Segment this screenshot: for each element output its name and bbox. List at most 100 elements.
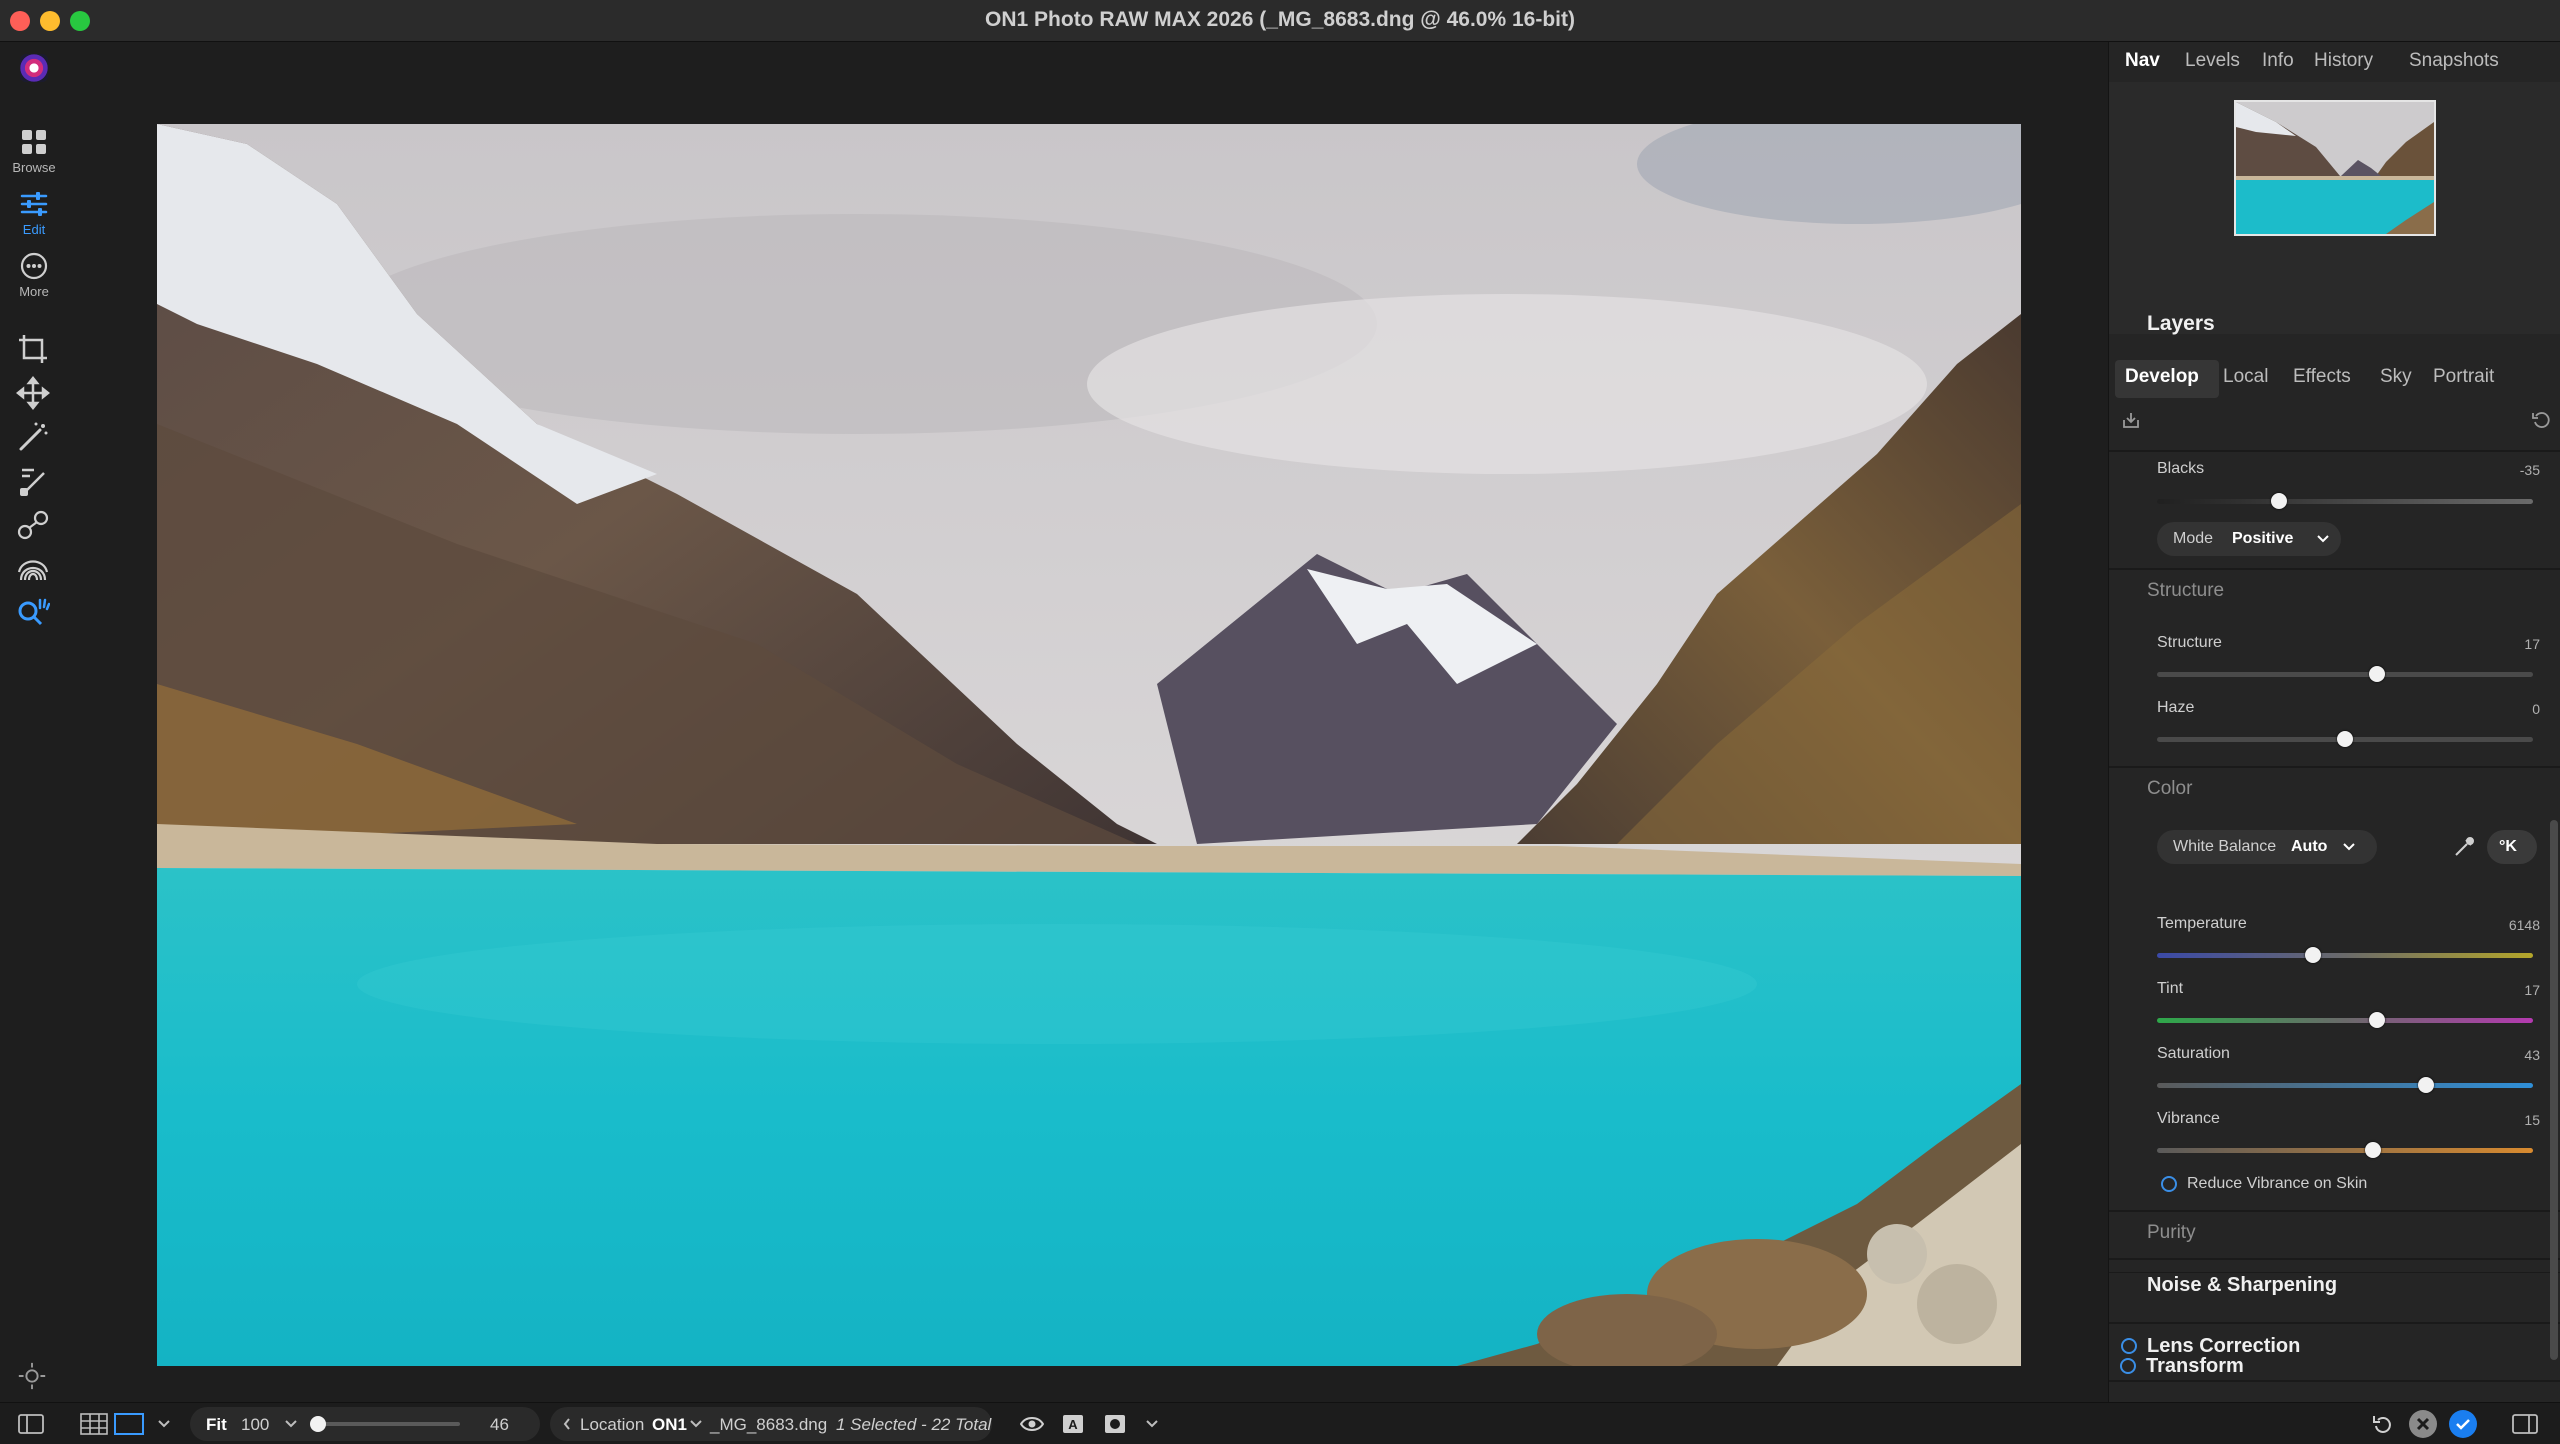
structure-section-title[interactable]: Structure — [2147, 580, 2224, 602]
sliders-icon — [20, 192, 48, 216]
noise-sharpening-title[interactable]: Noise & Sharpening — [2147, 1274, 2337, 1297]
transform-title[interactable]: Transform — [2146, 1355, 2244, 1378]
tint-label: Tint — [2157, 980, 2184, 997]
divider — [2109, 1272, 2560, 1273]
zoom-slider-knob[interactable] — [310, 1416, 326, 1432]
undo-icon[interactable] — [2372, 1413, 2394, 1435]
chevron-down-icon[interactable] — [1146, 1419, 1158, 1429]
eyedropper-icon[interactable] — [2453, 836, 2475, 858]
zoom-value[interactable]: 46 — [490, 1415, 509, 1435]
vibrance-slider[interactable] — [2157, 1142, 2533, 1158]
structure-slider-knob[interactable] — [2368, 666, 2385, 682]
location-label: Location — [580, 1415, 645, 1434]
portrait-tool-icon[interactable] — [16, 552, 50, 586]
grid-view-icon[interactable] — [80, 1413, 108, 1435]
panel-tabs: Nav Levels Info History Snapshots — [2109, 42, 2560, 82]
temperature-slider-knob[interactable] — [2304, 947, 2321, 963]
save-preset-icon[interactable] — [2121, 410, 2141, 430]
more-dots-icon — [20, 252, 48, 280]
tint-slider-knob[interactable] — [2368, 1012, 2385, 1028]
color-section-title[interactable]: Color — [2147, 778, 2192, 800]
structure-value[interactable]: 17 — [2524, 636, 2540, 652]
app-logo-icon[interactable] — [20, 54, 48, 82]
structure-label: Structure — [2157, 634, 2222, 651]
chevron-down-icon[interactable] — [285, 1419, 297, 1429]
tab-snapshots[interactable]: Snapshots — [2409, 50, 2499, 72]
reduce-vibrance-checkbox[interactable] — [2161, 1176, 2177, 1192]
masking-brush-tool-icon[interactable] — [16, 464, 50, 498]
subtab-develop[interactable]: Develop — [2125, 366, 2199, 388]
kelvin-button[interactable]: °K — [2487, 830, 2537, 864]
vibrance-label: Vibrance — [2157, 1110, 2220, 1127]
preview-eye-icon[interactable] — [1020, 1415, 1044, 1433]
blacks-slider[interactable] — [2157, 493, 2533, 509]
detail-view-icon[interactable] — [114, 1413, 144, 1435]
chevron-down-icon[interactable] — [158, 1419, 170, 1429]
sync-settings-icon[interactable] — [16, 1360, 48, 1392]
haze-value[interactable]: 0 — [2532, 701, 2540, 717]
zoom-preset[interactable]: 100 — [241, 1415, 269, 1435]
cancel-button[interactable] — [2409, 1410, 2437, 1438]
subtab-local[interactable]: Local — [2223, 366, 2268, 388]
saturation-slider[interactable] — [2157, 1077, 2533, 1093]
location-value[interactable]: ON1 — [652, 1415, 687, 1435]
temperature-value[interactable]: 6148 — [2509, 917, 2540, 933]
structure-slider[interactable] — [2157, 666, 2533, 682]
fit-button[interactable]: Fit — [206, 1415, 227, 1435]
chevron-left-icon[interactable] — [563, 1418, 571, 1430]
checkmark-icon — [2456, 1419, 2470, 1430]
browse-label: Browse — [12, 160, 56, 175]
lens-correction-toggle[interactable] — [2121, 1338, 2137, 1354]
vibrance-value[interactable]: 15 — [2524, 1112, 2540, 1128]
panel-scrollbar[interactable] — [2550, 820, 2558, 1360]
auto-adjust-icon[interactable]: A — [1062, 1414, 1084, 1434]
haze-slider[interactable] — [2157, 731, 2533, 747]
vibrance-slider-knob[interactable] — [2365, 1142, 2382, 1158]
mode-dropdown[interactable]: Mode Positive — [2157, 522, 2341, 556]
zoom-slider[interactable] — [310, 1416, 460, 1432]
tab-levels[interactable]: Levels — [2185, 50, 2240, 72]
subtab-effects[interactable]: Effects — [2293, 366, 2351, 388]
apply-button[interactable] — [2449, 1410, 2477, 1438]
right-panel: Nav Levels Info History Snapshots Layers… — [2108, 42, 2560, 1402]
temperature-slider[interactable] — [2157, 947, 2533, 963]
white-balance-dropdown[interactable]: White Balance Auto — [2157, 830, 2377, 864]
purity-section-title[interactable]: Purity — [2147, 1222, 2196, 1244]
haze-slider-knob[interactable] — [2337, 731, 2353, 747]
reduce-vibrance-label: Reduce Vibrance on Skin — [2187, 1175, 2368, 1192]
navigator-thumbnail[interactable] — [2234, 100, 2436, 236]
mask-view-icon[interactable] — [1104, 1414, 1126, 1434]
chevron-down-icon[interactable] — [690, 1419, 702, 1429]
tint-slider[interactable] — [2157, 1012, 2533, 1028]
browse-module-button[interactable]: Browse — [0, 128, 68, 175]
bottom-bar: Fit 100 46 Location ON1 _MG_8683.dng 1 S… — [0, 1402, 2560, 1444]
retouch-tool-icon[interactable] — [16, 508, 50, 542]
tab-nav[interactable]: Nav — [2125, 50, 2160, 72]
right-panel-toggle-icon[interactable] — [2512, 1414, 2538, 1434]
edit-label: Edit — [22, 222, 46, 237]
crop-tool-icon[interactable] — [16, 332, 50, 366]
more-module-button[interactable]: More — [0, 252, 68, 299]
divider — [2109, 1322, 2560, 1324]
more-label: More — [19, 284, 49, 299]
saturation-value[interactable]: 43 — [2524, 1047, 2540, 1063]
magic-brush-tool-icon[interactable] — [16, 420, 50, 454]
temperature-label: Temperature — [2157, 915, 2247, 932]
blacks-value[interactable]: -35 — [2520, 462, 2540, 478]
divider — [2109, 568, 2560, 570]
tab-info[interactable]: Info — [2262, 50, 2294, 72]
selection-count: 1 Selected - 22 Total — [836, 1415, 992, 1434]
blacks-slider-knob[interactable] — [2271, 493, 2288, 509]
left-panel-toggle-icon[interactable] — [18, 1414, 44, 1434]
subtab-portrait[interactable]: Portrait — [2433, 366, 2494, 388]
transform-tool-icon[interactable] — [16, 376, 50, 410]
tab-history[interactable]: History — [2314, 50, 2373, 72]
view-tool-icon[interactable] — [16, 596, 50, 630]
edit-module-button[interactable]: Edit — [0, 190, 68, 237]
tint-value[interactable]: 17 — [2524, 982, 2540, 998]
reset-icon[interactable] — [2531, 410, 2551, 430]
image-canvas[interactable] — [157, 124, 2021, 1366]
transform-toggle[interactable] — [2120, 1358, 2136, 1374]
saturation-slider-knob[interactable] — [2417, 1077, 2434, 1093]
subtab-sky[interactable]: Sky — [2380, 366, 2412, 388]
